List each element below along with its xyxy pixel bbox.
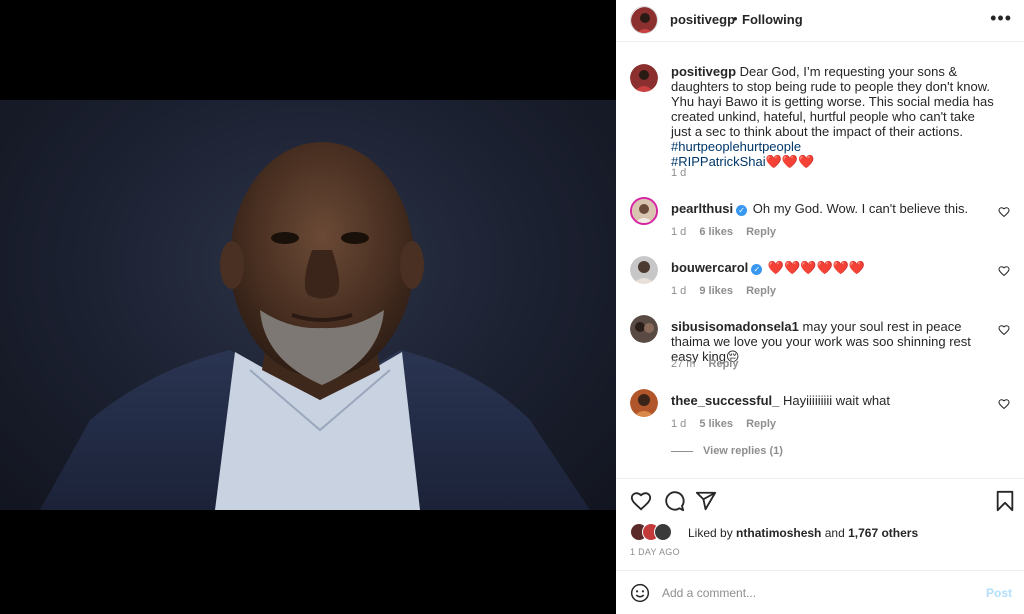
commenter-avatar[interactable] [630,197,658,225]
comment-meta: 1 d 6 likes Reply [671,226,786,238]
comment-likes[interactable]: 5 likes [699,418,733,430]
more-options-icon[interactable]: ••• [990,8,1012,29]
comment-like-heart-icon[interactable] [998,265,1010,277]
comment-body: ❤️❤️❤️❤️❤️❤️ [767,260,866,275]
comment-likes[interactable]: 6 likes [699,226,733,238]
comment-body: Oh my God. Wow. I can't believe this. [752,201,969,216]
post-actions: Liked by nthatimoshesh and 1,767 others … [616,478,1024,570]
comment-time: 1 d [671,285,687,297]
liked-by-user[interactable]: nthatimoshesh [736,526,821,540]
liked-by-text: Liked by nthatimoshesh and 1,767 others [688,526,918,540]
following-button[interactable]: Following [742,12,803,27]
reply-button[interactable]: Reply [709,358,739,370]
view-replies-label: View replies (1) [703,445,783,457]
caption-emojis: ❤️❤️❤️ [765,154,815,169]
comment-meta: 1 d 5 likes Reply [671,418,786,430]
caption-text: positivegp Dear God, I’m requesting your… [671,64,997,169]
post-header: positivegp • Following ••• [616,0,1024,42]
author-avatar[interactable] [630,6,658,34]
bookmark-icon[interactable] [994,490,1016,512]
comment-username[interactable]: thee_successful_ [671,393,779,408]
caption-meta: 1 d [671,167,696,179]
post-photo[interactable] [0,100,616,510]
header-separator: • [733,11,738,26]
comment-time: 1 d [671,226,687,238]
post-date[interactable]: 1 DAY AGO [630,547,680,557]
reply-button[interactable]: Reply [746,418,776,430]
comment-username[interactable]: bouwercarol [671,260,748,275]
comment-username[interactable]: pearlthusi [671,201,733,216]
commenter-avatar[interactable] [630,389,658,417]
replies-divider-line [671,450,693,452]
comment-like-heart-icon[interactable] [998,206,1010,218]
caption-time: 1 d [671,167,687,179]
verified-badge-icon: ✓ [736,205,748,216]
liked-by-and: and [824,526,845,540]
reply-button[interactable]: Reply [746,285,776,297]
liked-by-prefix: Liked by [688,526,733,540]
add-comment-bar: Post [616,570,1024,614]
share-icon[interactable] [695,490,717,512]
liker-avatar[interactable] [654,523,672,541]
liked-by-others[interactable]: 1,767 others [848,526,918,540]
comment-icon[interactable] [663,490,685,512]
hashtag-link[interactable]: #hurtpeoplehurtpeople [671,139,801,154]
commenter-avatar[interactable] [630,256,658,284]
author-username[interactable]: positivegp [670,12,735,27]
emoji-icon[interactable] [630,583,650,603]
comments-list[interactable]: positivegp Dear God, I’m requesting your… [616,43,1024,478]
comment-meta: 1 d 9 likes Reply [671,285,786,297]
comment-like-heart-icon[interactable] [998,324,1010,336]
caption-username[interactable]: positivegp [671,64,736,79]
comment-text: bouwercarol ✓ ❤️❤️❤️❤️❤️❤️ [671,260,997,275]
comment-likes[interactable]: 9 likes [699,285,733,297]
caption-avatar[interactable] [630,64,658,92]
comment-body: Hayiiiiiiiii wait what [783,393,890,408]
heart-icon[interactable] [630,490,652,512]
commenter-avatar[interactable] [630,315,658,343]
comment-text: pearlthusi ✓ Oh my God. Wow. I can't beli… [671,201,997,216]
view-replies-button[interactable]: View replies (1) [671,445,783,457]
media-pane [0,0,616,614]
post-detail-panel: positivegp • Following ••• positivegp De… [616,0,1024,614]
comment-text: thee_successful_ Hayiiiiiiiii wait what [671,393,997,408]
comment-input[interactable] [662,583,962,603]
instagram-post-modal: positivegp • Following ••• positivegp De… [0,0,1024,614]
comment-meta: 27 m Reply [671,358,749,370]
comment-username[interactable]: sibusisomadonsela1 [671,319,799,334]
verified-badge-icon: ✓ [751,264,763,275]
comment-time: 27 m [671,358,696,370]
comment-like-heart-icon[interactable] [998,398,1010,410]
portrait-illustration [40,142,590,510]
post-comment-button[interactable]: Post [986,586,1012,600]
reply-button[interactable]: Reply [746,226,776,238]
comment-time: 1 d [671,418,687,430]
